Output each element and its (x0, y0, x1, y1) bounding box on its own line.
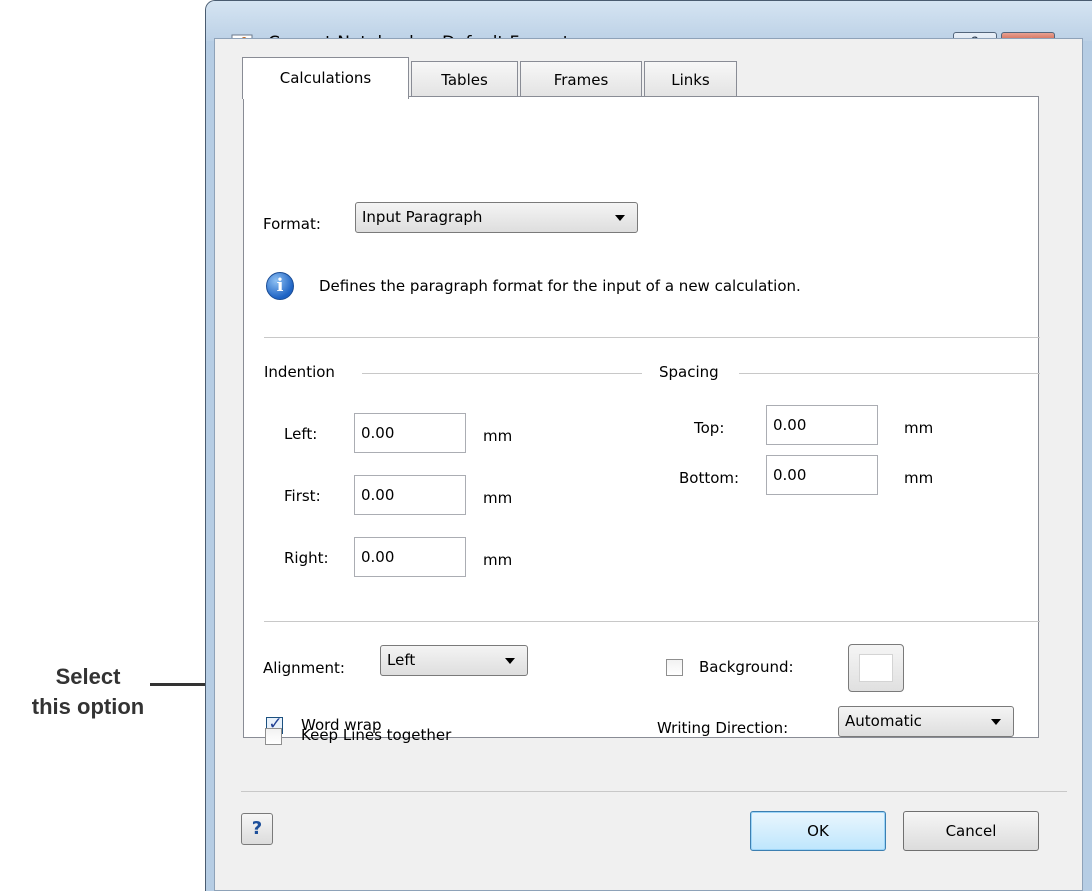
indent-right-unit: mm (483, 551, 513, 569)
spacing-heading: Spacing (659, 363, 719, 381)
background-color-button[interactable] (848, 644, 904, 692)
tab-tables-label: Tables (441, 71, 488, 89)
indent-right-label: Right: (284, 549, 329, 567)
spacing-bottom-value: 0.00 (773, 466, 807, 484)
format-description: Defines the paragraph format for the inp… (319, 277, 801, 295)
chevron-down-icon (615, 215, 625, 221)
format-select[interactable]: Input Paragraph (355, 202, 638, 233)
divider (241, 791, 1067, 792)
indent-first-value: 0.00 (361, 486, 395, 504)
callout-line-1: Select (55, 664, 121, 689)
indent-right-input[interactable]: 0.00 (354, 537, 466, 577)
chevron-down-icon (991, 719, 1001, 725)
spacing-top-input[interactable]: 0.00 (766, 405, 878, 445)
background-color-swatch (859, 654, 893, 682)
alignment-select[interactable]: Left (380, 645, 528, 676)
keep-lines-checkbox[interactable] (265, 728, 282, 745)
alignment-label: Alignment: (263, 659, 345, 677)
tab-frames[interactable]: Frames (520, 61, 642, 97)
help-arrow-icon: ? (251, 818, 263, 839)
keep-lines-label: Keep Lines together (301, 726, 452, 744)
indent-right-value: 0.00 (361, 548, 395, 566)
ok-button-label: OK (807, 822, 829, 840)
indent-left-input[interactable]: 0.00 (354, 413, 466, 453)
indention-rule (362, 373, 642, 374)
alignment-select-value: Left (387, 651, 416, 669)
indent-first-label: First: (284, 487, 321, 505)
tab-panel-calculations: Format: Input Paragraph i Defines the pa… (243, 96, 1040, 738)
writing-direction-select[interactable]: Automatic (838, 706, 1014, 737)
cancel-button-label: Cancel (945, 822, 997, 840)
info-icon: i (266, 272, 294, 300)
context-help-button[interactable]: ? (241, 813, 273, 845)
callout-text: Select this option (8, 662, 168, 722)
divider (264, 621, 1040, 622)
writing-direction-value: Automatic (845, 712, 922, 730)
indention-heading: Indention (264, 363, 335, 381)
tab-frames-label: Frames (553, 71, 609, 89)
divider (264, 337, 1040, 338)
tab-tables[interactable]: Tables (411, 61, 518, 97)
background-checkbox[interactable] (666, 659, 683, 676)
spacing-rule (739, 373, 1040, 374)
indent-left-label: Left: (284, 425, 318, 443)
tab-links[interactable]: Links (644, 61, 737, 97)
format-select-value: Input Paragraph (362, 208, 483, 226)
ok-button[interactable]: OK (750, 811, 886, 851)
dialog-client-area: Calculations Tables Frames Links Format:… (214, 38, 1083, 891)
callout-line-2: this option (31, 694, 145, 719)
spacing-bottom-label: Bottom: (679, 469, 740, 487)
spacing-top-unit: mm (904, 419, 934, 437)
background-label: Background: (699, 658, 794, 676)
spacing-bottom-input[interactable]: 0.00 (766, 455, 878, 495)
indent-first-input[interactable]: 0.00 (354, 475, 466, 515)
indent-left-value: 0.00 (361, 424, 395, 442)
cancel-button[interactable]: Cancel (903, 811, 1039, 851)
spacing-top-label: Top: (694, 419, 725, 437)
tab-links-label: Links (671, 71, 710, 89)
writing-direction-label: Writing Direction: (657, 719, 789, 737)
indent-left-unit: mm (483, 427, 513, 445)
tab-calculations-label: Calculations (279, 69, 372, 87)
spacing-bottom-unit: mm (904, 469, 934, 487)
spacing-top-value: 0.00 (773, 416, 807, 434)
format-label: Format: (263, 215, 321, 233)
tab-calculations[interactable]: Calculations (242, 57, 409, 99)
indent-first-unit: mm (483, 489, 513, 507)
chevron-down-icon (505, 658, 515, 664)
